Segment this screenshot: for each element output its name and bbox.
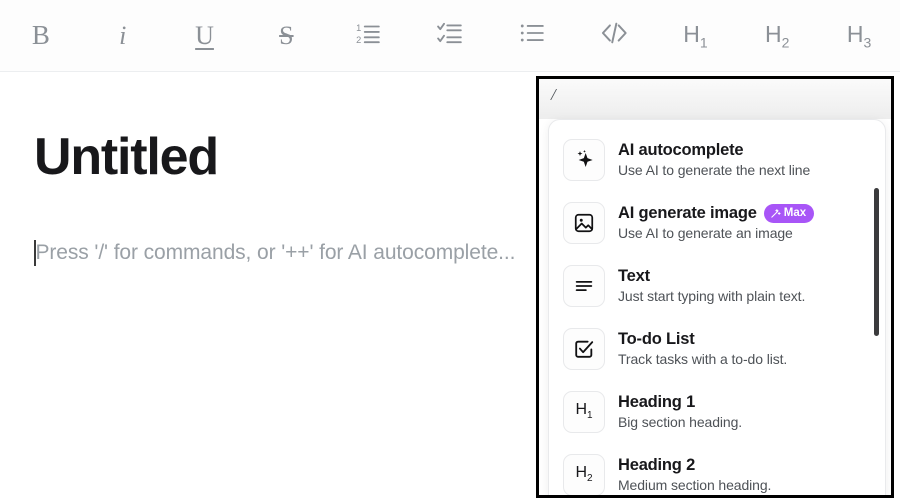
h3-icon: H3 [846, 20, 872, 51]
bold-icon: B [31, 20, 50, 50]
menu-item-description: Big section heading. [618, 414, 743, 430]
menu-item-title: Heading 2 [618, 456, 696, 474]
menu-item-heading-2[interactable]: H2 Heading 2 Medium section heading. [549, 443, 885, 495]
sparkle-icon [563, 138, 605, 181]
menu-item-body: Heading 1 Big section heading. [618, 393, 742, 430]
menu-item-title-row: Text [618, 267, 805, 286]
menu-item-body: AI generate image Max Use AI to generate… [618, 203, 815, 242]
toolbar-bullet-list-button[interactable] [491, 0, 573, 72]
menu-item-description: Use AI to generate the next line [618, 162, 811, 178]
menu-item-title: AI generate image [618, 203, 757, 222]
menu-scrollbar-thumb[interactable] [874, 188, 879, 336]
checkbox-icon [563, 327, 605, 370]
bullet-list-icon [519, 20, 545, 51]
slash-command-list: AI autocomplete Use AI to generate the n… [549, 120, 885, 495]
menu-item-body: Text Just start typing with plain text. [618, 267, 805, 304]
menu-item-title-row: AI autocomplete [618, 141, 810, 160]
menu-item-title: To-do List [618, 330, 695, 348]
toolbar-strikethrough-button[interactable]: S [245, 0, 327, 72]
badge-label: Max [783, 206, 807, 219]
menu-item-title-row: AI generate image Max [618, 203, 815, 224]
toolbar-code-button[interactable] [573, 0, 655, 72]
menu-item-ai-generate-image[interactable]: AI generate image Max Use AI to generate… [549, 191, 885, 254]
underline-icon: U [195, 20, 214, 50]
toolbar-ordered-list-button[interactable]: 1 2 [327, 0, 409, 72]
menu-item-ai-autocomplete[interactable]: AI autocomplete Use AI to generate the n… [549, 128, 885, 191]
wand-icon [770, 208, 781, 219]
popup-query-bar[interactable]: / [539, 79, 891, 119]
menu-item-body: AI autocomplete Use AI to generate the n… [618, 141, 810, 178]
menu-item-title-row: Heading 2 [618, 456, 771, 475]
menu-item-description: Medium section heading. [618, 477, 772, 493]
ordered-list-icon: 1 2 [355, 20, 381, 51]
toolbar-heading-3-button[interactable]: H3 [818, 0, 900, 72]
h1-glyph: H1 [575, 401, 593, 422]
toolbar-underline-button[interactable]: U [164, 0, 246, 72]
slash-query-text: / [551, 85, 556, 104]
menu-item-todo-list[interactable]: To-do List Track tasks with a to-do list… [549, 317, 885, 380]
strikethrough-icon: S [279, 20, 294, 50]
toolbar-bold-button[interactable]: B [0, 0, 82, 72]
svg-text:1: 1 [356, 23, 361, 33]
menu-item-text[interactable]: Text Just start typing with plain text. [549, 254, 885, 317]
menu-item-description: Track tasks with a to-do list. [618, 351, 788, 367]
status-badge-max: Max [763, 203, 815, 224]
code-icon [600, 19, 628, 52]
toolbar-heading-2-button[interactable]: H2 [736, 0, 818, 72]
menu-item-title-row: Heading 1 [618, 393, 742, 412]
menu-item-title: AI autocomplete [618, 141, 744, 159]
italic-icon: i [119, 20, 127, 50]
menu-item-body: To-do List Track tasks with a to-do list… [618, 330, 787, 367]
check-list-icon [437, 20, 463, 51]
menu-item-description: Just start typing with plain text. [618, 288, 806, 304]
svg-text:2: 2 [356, 35, 361, 45]
toolbar-check-list-button[interactable] [409, 0, 491, 72]
slash-command-popup: / AI autocomplete Use AI to generate the [536, 76, 894, 498]
menu-item-heading-1[interactable]: H1 Heading 1 Big section heading. [549, 380, 885, 443]
menu-item-title: Heading 1 [618, 393, 696, 411]
h2-icon: H2 [563, 453, 605, 495]
toolbar-heading-1-button[interactable]: H1 [655, 0, 737, 72]
formatting-toolbar: B i U S 1 2 H1 H2 H3 [0, 0, 900, 72]
image-icon [563, 201, 605, 244]
menu-item-title-row: To-do List [618, 330, 787, 349]
menu-item-body: Heading 2 Medium section heading. [618, 456, 771, 493]
h1-icon: H1 [563, 390, 605, 433]
h2-glyph: H2 [575, 464, 593, 485]
menu-item-title: Text [618, 267, 650, 285]
h2-icon: H2 [765, 20, 790, 51]
text-lines-icon [563, 264, 605, 307]
menu-item-description: Use AI to generate an image [618, 225, 793, 242]
editor-placeholder: Press '/' for commands, or '++' for AI a… [35, 241, 516, 264]
slash-command-menu: AI autocomplete Use AI to generate the n… [548, 119, 886, 495]
toolbar-italic-button[interactable]: i [82, 0, 164, 72]
h1-icon: H1 [683, 20, 708, 51]
